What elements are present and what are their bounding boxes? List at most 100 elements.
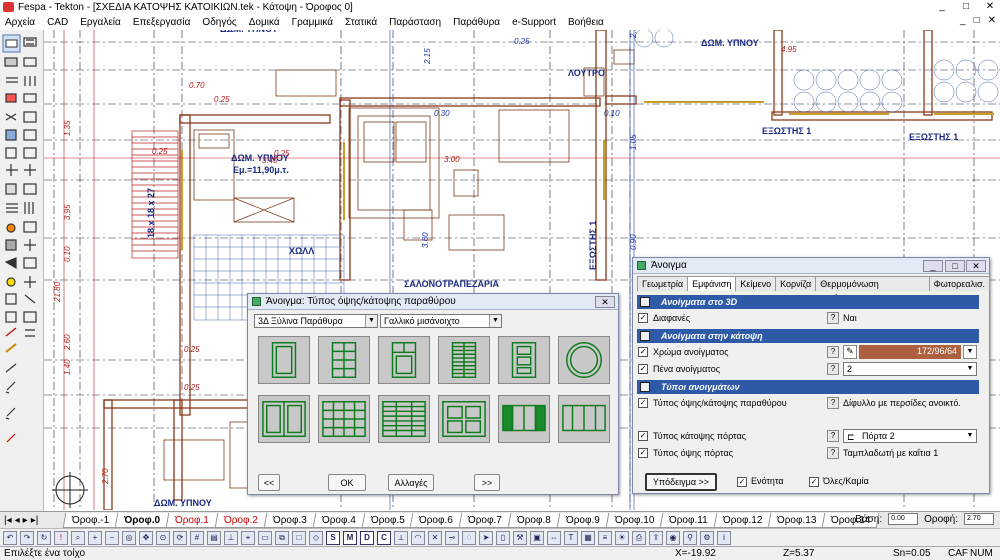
base-input[interactable]: 0.00 <box>888 513 919 525</box>
redo-icon[interactable]: ↷ <box>20 530 34 545</box>
window-type-checkbox[interactable]: ✓ <box>638 398 648 408</box>
floor-tab[interactable]: Όροφ.5 <box>361 512 414 528</box>
opening-dialog-close-button[interactable]: ✕ <box>966 260 986 272</box>
floor-tab[interactable]: Όροφ.1 <box>165 512 219 528</box>
menu-display[interactable]: Παράσταση <box>389 17 441 28</box>
section-plan[interactable]: Ανοίγματα στην κάτοψη <box>637 329 979 343</box>
tab-frame[interactable]: Κορνίζα <box>775 276 817 291</box>
help-icon[interactable]: ? <box>827 346 839 358</box>
doc-restore-button[interactable]: □ <box>974 15 980 26</box>
grid-icon[interactable]: # <box>190 530 204 545</box>
close-button[interactable]: ✕ <box>982 0 998 12</box>
property-icon[interactable]: ≡ <box>598 530 612 545</box>
tab-photorealism[interactable]: Φωτορεαλισ. <box>928 276 990 291</box>
floor-tab[interactable]: Όροφ.9 <box>556 512 609 528</box>
window-type-tile[interactable] <box>438 395 490 443</box>
menu-static[interactable]: Στατικά <box>345 17 377 28</box>
restore-icon[interactable]: □ <box>945 260 965 272</box>
menu-linear[interactable]: Γραμμικά <box>292 17 333 28</box>
help-icon[interactable]: ? <box>827 447 839 459</box>
midpoint-icon[interactable]: ⊸ <box>445 530 459 545</box>
zoom-all-icon[interactable]: ◎ <box>122 530 136 545</box>
color-value[interactable]: 172/96/64 <box>859 345 961 359</box>
menu-windows[interactable]: Παράθυρα <box>453 17 500 28</box>
redraw-icon[interactable]: ⟳ <box>173 530 187 545</box>
window-select-icon[interactable]: □ <box>292 530 306 545</box>
next-floor-icon[interactable]: ▸ <box>23 515 28 526</box>
measure-icon[interactable]: ⇔ <box>547 530 561 545</box>
snap-m-button[interactable]: M <box>343 530 357 545</box>
help-icon[interactable]: ? <box>827 430 839 442</box>
prev-floor-icon[interactable]: ◂ <box>15 515 20 526</box>
help-icon[interactable]: ? <box>827 397 839 409</box>
cursor-icon[interactable]: ➤ <box>479 530 493 545</box>
snap-icon[interactable]: ⌖ <box>241 530 255 545</box>
transparent-checkbox[interactable]: ✓ <box>638 313 648 323</box>
floor-tab[interactable]: Όροφ.4 <box>312 512 365 528</box>
menu-help[interactable]: Βοήθεια <box>568 17 604 28</box>
zoom-out-icon[interactable]: − <box>105 530 119 545</box>
pen-select[interactable]: 2 ▼ <box>843 362 977 376</box>
nearest-icon[interactable]: ◌ <box>462 530 476 545</box>
sample-button[interactable]: Υπόδειγμα >> <box>645 473 717 491</box>
window-type-tile[interactable] <box>498 336 550 384</box>
window-type-tile[interactable] <box>378 395 430 443</box>
door-plan-select[interactable]: ⊏ Πόρτα 2 ▼ <box>843 429 977 443</box>
window-type-tile[interactable] <box>378 336 430 384</box>
tab-insulation[interactable]: Θερμομόνωση ανοίγματος <box>815 276 930 303</box>
last-floor-icon[interactable]: ▸| <box>31 515 39 526</box>
window-material-select[interactable]: 3Δ Ξύλινα Παράθυρα ▼ <box>254 314 378 328</box>
mouse-icon[interactable]: ▯ <box>496 530 510 545</box>
snap-s-button[interactable]: S <box>326 530 340 545</box>
select-icon[interactable]: ▭ <box>258 530 272 545</box>
help-icon[interactable]: ? <box>827 363 839 375</box>
minimize-icon[interactable]: _ <box>923 260 943 272</box>
window-type-dialog-close-button[interactable]: ✕ <box>595 296 615 308</box>
window-type-tile[interactable] <box>498 395 550 443</box>
menu-esupport[interactable]: e-Support <box>512 17 556 28</box>
ceiling-input[interactable]: 2.70 <box>964 513 994 525</box>
menu-file[interactable]: Αρχεία <box>5 17 35 28</box>
help-icon[interactable]: ? <box>827 312 839 324</box>
all-none-checkbox[interactable]: ✓ <box>809 477 819 487</box>
tool-icon[interactable]: ⚒ <box>513 530 527 545</box>
zoom-previous-icon[interactable]: ⊙ <box>156 530 170 545</box>
export-icon[interactable]: ⇪ <box>649 530 663 545</box>
floor-tab[interactable]: Όροφ.13 <box>767 512 826 528</box>
camera-icon[interactable]: ◉ <box>666 530 680 545</box>
menu-structural[interactable]: Δομικά <box>249 17 280 28</box>
perpendicular-icon[interactable]: ⟂ <box>394 530 408 545</box>
text-icon[interactable]: T <box>564 530 578 545</box>
menu-guide[interactable]: Οδηγός <box>202 17 236 28</box>
menu-edit[interactable]: Επεξεργασία <box>133 17 191 28</box>
view-3d-icon[interactable]: ◇ <box>309 530 323 545</box>
floor-tab[interactable]: Όροφ.3 <box>263 512 317 528</box>
copy-icon[interactable]: ⧉ <box>275 530 289 545</box>
section-types[interactable]: Τύποι ανοιγμάτων <box>637 380 979 394</box>
hatch-icon[interactable]: ▦ <box>581 530 595 545</box>
next-button[interactable]: >> <box>474 474 500 491</box>
stop-icon[interactable]: ! <box>54 530 68 545</box>
undo-icon[interactable]: ↶ <box>3 530 17 545</box>
zoom-in-icon[interactable]: + <box>88 530 102 545</box>
floor-tab[interactable]: Όροφ.8 <box>507 512 561 528</box>
floor-tab[interactable]: Όροφ.12 <box>713 512 772 528</box>
tangent-icon[interactable]: ◠ <box>411 530 425 545</box>
tab-text[interactable]: Κείμενο <box>735 276 777 291</box>
changes-button[interactable]: Αλλαγές <box>388 474 434 491</box>
floor-tab[interactable]: Όροφ.7 <box>458 512 512 528</box>
window-type-tile[interactable] <box>558 336 610 384</box>
window-type-tile[interactable] <box>258 336 310 384</box>
doc-close-button[interactable]: ✕ <box>988 15 996 26</box>
floor-tab[interactable]: Όροφ.-1 <box>62 512 119 528</box>
transparent-value[interactable]: Ναι <box>843 313 857 323</box>
color-checkbox[interactable]: ✓ <box>638 347 648 357</box>
window-type-tile[interactable] <box>438 336 490 384</box>
snap-d-button[interactable]: D <box>360 530 374 545</box>
render-icon[interactable]: ☀ <box>615 530 629 545</box>
ortho-icon[interactable]: ⊥ <box>224 530 238 545</box>
window-type-value[interactable]: Δίφυλλο με περσίδες ανοικτό. <box>843 398 961 408</box>
tab-appearance[interactable]: Εμφάνιση <box>687 276 737 291</box>
window-type-tile[interactable] <box>318 336 370 384</box>
previous-button[interactable]: << <box>258 474 280 491</box>
